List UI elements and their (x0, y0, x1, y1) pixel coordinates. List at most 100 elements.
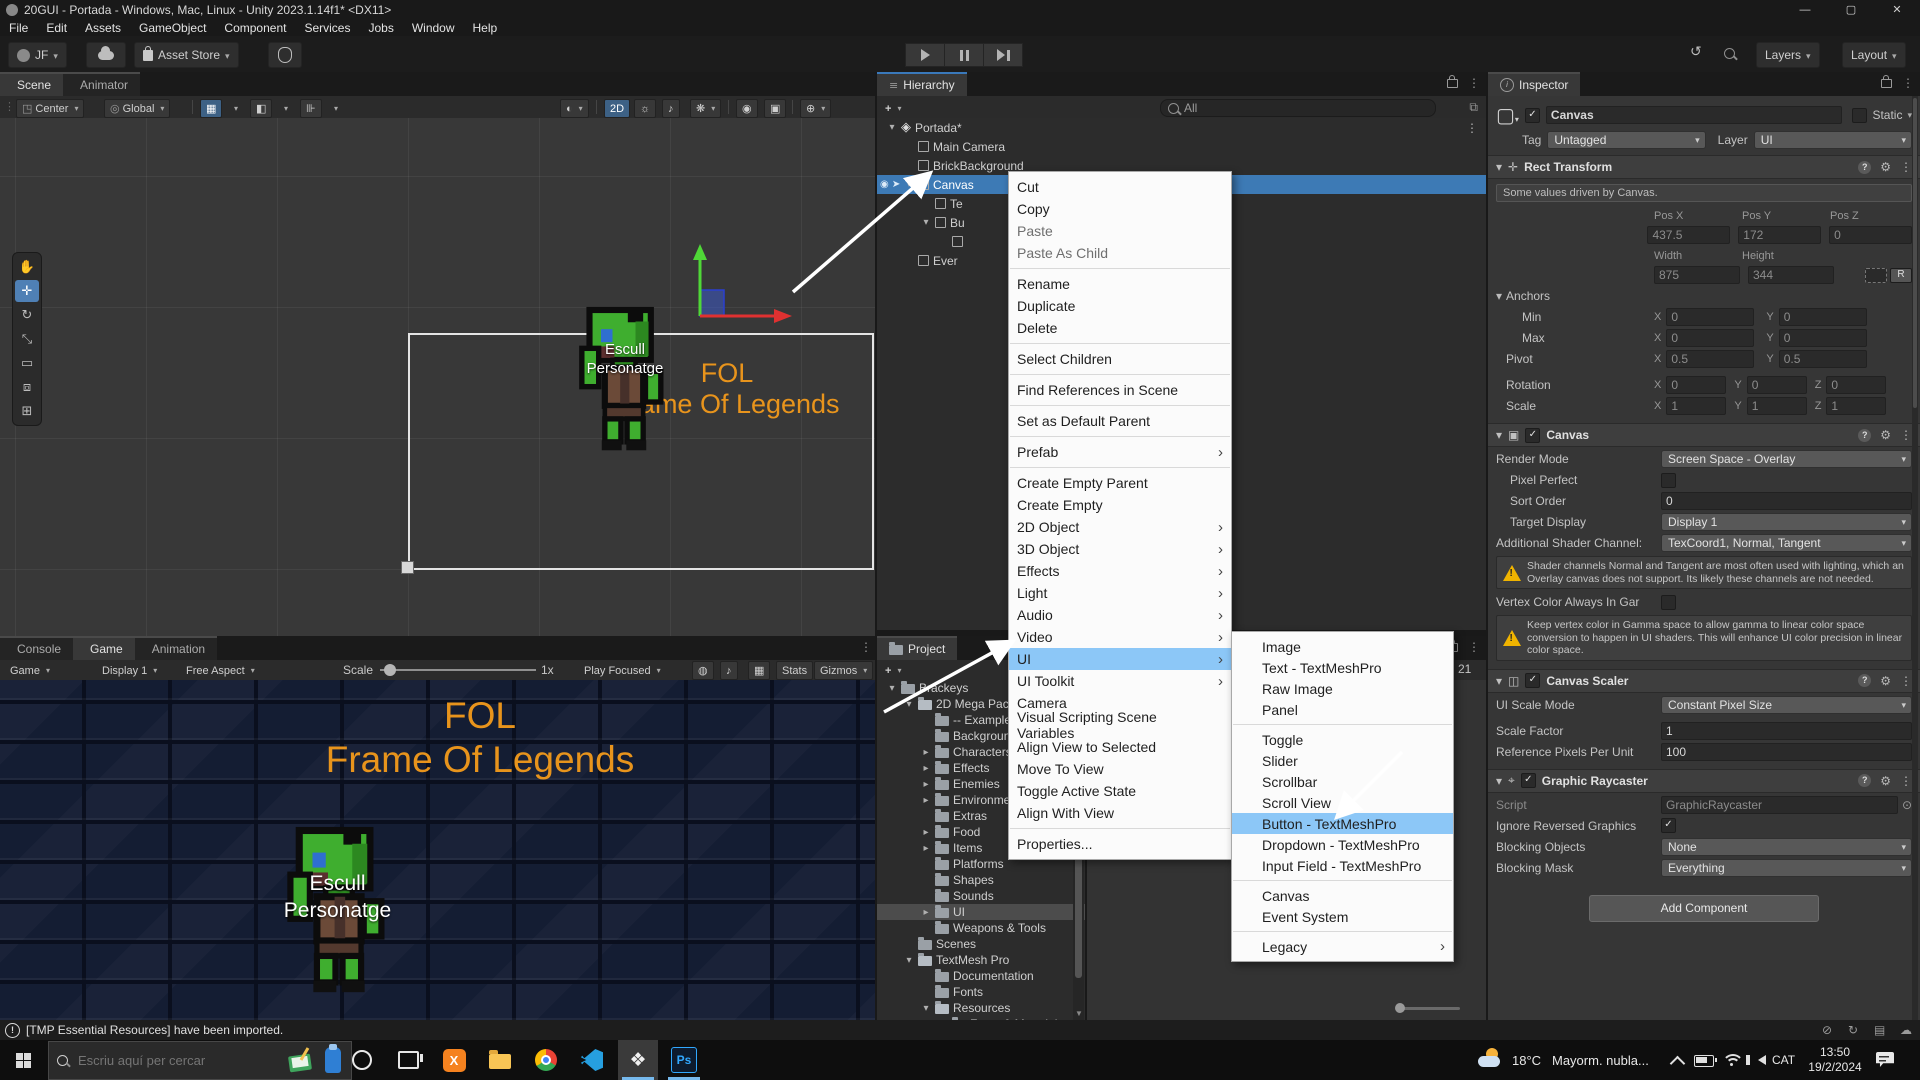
menubar-item[interactable]: Edit (37, 21, 76, 35)
submenu-item[interactable]: Image › (1232, 636, 1453, 657)
hierarchy-row[interactable]: ◉ ➤ Main Camera (877, 137, 1486, 156)
notification-center-icon[interactable] (1876, 1052, 1894, 1067)
pos-z-field[interactable]: 0 (1829, 226, 1912, 244)
context-menu-item[interactable]: Delete › (1009, 317, 1231, 339)
presets-icon[interactable]: ⚙ (1880, 428, 1891, 442)
layer-dropdown[interactable]: UI (1754, 131, 1912, 149)
undo-history-icon[interactable]: ↺ (1690, 44, 1702, 60)
context-menu-item[interactable]: Select Children › (1009, 348, 1231, 370)
panel-menu-icon[interactable]: ⋮ (1468, 76, 1480, 90)
weather-temp[interactable]: 18°C (1512, 1053, 1541, 1068)
add-asset-button[interactable]: + (879, 661, 907, 680)
scale-y-field[interactable]: 1 (1747, 397, 1807, 415)
lock-icon[interactable] (1447, 79, 1458, 88)
effects-dropdown[interactable]: ❋ (690, 99, 721, 118)
step-button[interactable] (983, 43, 1023, 67)
wifi-icon[interactable] (1722, 1054, 1740, 1068)
panel-menu-icon[interactable]: ⋮ (1902, 76, 1914, 90)
anchors-fold-arrow[interactable]: ▾ (1496, 289, 1502, 303)
fold-arrow[interactable]: ▸ (921, 843, 931, 854)
visibility-gutter[interactable]: ◉ ➤ (880, 179, 900, 190)
submenu-item[interactable]: Button - TextMeshPro › (1232, 813, 1453, 834)
hierarchy-search-input[interactable]: All (1160, 99, 1436, 117)
cloud-services-button[interactable] (86, 42, 126, 68)
hidden-objects-button[interactable]: ◉ (736, 99, 758, 118)
context-menu-item[interactable]: Effects › (1009, 560, 1231, 582)
mute-audio-button[interactable]: ♪ (720, 661, 738, 680)
vscode-icon[interactable] (580, 1048, 604, 1072)
lighting-toggle-button[interactable]: ☼ (634, 99, 656, 118)
fold-arrow[interactable]: ▸ (921, 763, 931, 774)
sort-order-field[interactable]: 0 (1661, 492, 1912, 510)
anchor-max-x-field[interactable]: 0 (1666, 329, 1754, 347)
context-menu-item[interactable]: Align With View › (1009, 802, 1231, 824)
context-menu-item[interactable]: Paste As Child › (1009, 242, 1231, 264)
submenu-item[interactable]: Event System › (1232, 906, 1453, 927)
tab[interactable]: Animation (135, 636, 217, 660)
submenu-item[interactable]: Toggle › (1232, 729, 1453, 750)
submenu-item[interactable]: Panel › (1232, 699, 1453, 720)
rect-tool-button[interactable]: ▭ (15, 352, 39, 374)
blocking-mask-dropdown[interactable]: Everything (1661, 859, 1912, 877)
scene-viewport[interactable]: FOL Frame Of Legends Escull Personatge ✋… (0, 118, 875, 636)
display-dropdown[interactable]: Display 1 (96, 661, 163, 680)
transform-tool-button[interactable]: ⧈ (15, 376, 39, 398)
project-folder-row[interactable]: Weapons & Tools (877, 920, 1085, 936)
character-sprite-scene[interactable] (578, 306, 670, 452)
context-menu-item[interactable]: Light › (1009, 582, 1231, 604)
status-bar[interactable]: ! [TMP Essential Resources] have been im… (0, 1020, 1920, 1040)
search-icon[interactable] (1724, 47, 1735, 63)
thumbnail-zoom-track[interactable] (1398, 1007, 1460, 1010)
minimize-button[interactable]: — (1782, 0, 1828, 20)
submenu-item[interactable]: Legacy › (1232, 936, 1453, 957)
help-icon[interactable]: ? (1858, 674, 1871, 687)
start-button[interactable] (16, 1053, 31, 1068)
weather-desc[interactable]: Mayorm. nubla... (1552, 1053, 1649, 1068)
chrome-icon[interactable] (534, 1048, 558, 1072)
blueprint-mode-button[interactable] (1865, 268, 1887, 283)
fold-arrow[interactable]: ▾ (1496, 160, 1502, 174)
render-mode-dropdown[interactable]: Screen Space - Overlay (1661, 450, 1912, 468)
anchor-max-y-field[interactable]: 0 (1779, 329, 1867, 347)
increment-options-dropdown[interactable] (328, 99, 341, 118)
fold-arrow[interactable]: ▸ (921, 827, 931, 838)
submenu-item[interactable]: Scroll View › (1232, 792, 1453, 813)
active-checkbox[interactable]: ✓ (1525, 108, 1540, 123)
fold-arrow[interactable]: ▾ (904, 699, 914, 710)
context-menu-item[interactable]: Paste › (1009, 220, 1231, 242)
snap-options-dropdown[interactable] (278, 99, 291, 118)
asset-store-dropdown[interactable]: Asset Store (134, 42, 239, 68)
scrollbar-thumb[interactable] (1913, 98, 1917, 408)
pivot-x-field[interactable]: 0.5 (1666, 350, 1754, 368)
fold-arrow[interactable]: ▸ (921, 795, 931, 806)
ignore-reversed-checkbox[interactable]: ✓ (1661, 818, 1676, 833)
submenu-item[interactable]: Input Field - TextMeshPro › (1232, 855, 1453, 876)
anchor-min-y-field[interactable]: 0 (1779, 308, 1867, 326)
view-tool-button[interactable]: ✋ (15, 256, 39, 278)
reference-ppu-field[interactable]: 100 (1661, 743, 1912, 761)
canvas-scaler-header[interactable]: ▾◫ ✓ Canvas Scaler ?⚙⋮ (1488, 669, 1920, 693)
project-folder-row[interactable]: Fonts (877, 984, 1085, 1000)
fold-arrow[interactable]: ▾ (887, 683, 897, 694)
layers-dropdown[interactable]: Layers (1756, 42, 1820, 68)
scene-picker-icon[interactable]: ⧉ (1469, 100, 1478, 115)
game-gizmos-dropdown[interactable]: Gizmos (814, 661, 873, 680)
fold-arrow[interactable]: ▾ (904, 955, 914, 966)
task-view-icon[interactable] (396, 1048, 420, 1072)
ui-scale-mode-dropdown[interactable]: Constant Pixel Size (1661, 696, 1912, 714)
help-icon[interactable]: ? (1858, 161, 1871, 174)
language-indicator[interactable]: CAT (1772, 1053, 1795, 1067)
context-menu-item[interactable]: Visual Scripting Scene Variables › (1009, 714, 1231, 736)
project-folder-row[interactable]: ▾ TextMesh Pro (877, 952, 1085, 968)
fold-arrow[interactable]: ▸ (921, 779, 931, 790)
2d-toggle-button[interactable]: 2D (604, 99, 630, 118)
target-display-dropdown[interactable]: Display 1 (1661, 513, 1912, 531)
presets-icon[interactable]: ⚙ (1880, 160, 1891, 174)
hierarchy-row[interactable]: ◉ ➤ ▾ Portada* (877, 118, 1486, 137)
xampp-icon[interactable]: X (442, 1048, 466, 1072)
scale-factor-field[interactable]: 1 (1661, 722, 1912, 740)
fold-arrow[interactable]: ▸ (921, 747, 931, 758)
context-menu-item[interactable]: Create Empty › (1009, 494, 1231, 516)
rotation-x-field[interactable]: 0 (1666, 376, 1726, 394)
component-menu-icon[interactable]: ⋮ (1900, 160, 1912, 174)
